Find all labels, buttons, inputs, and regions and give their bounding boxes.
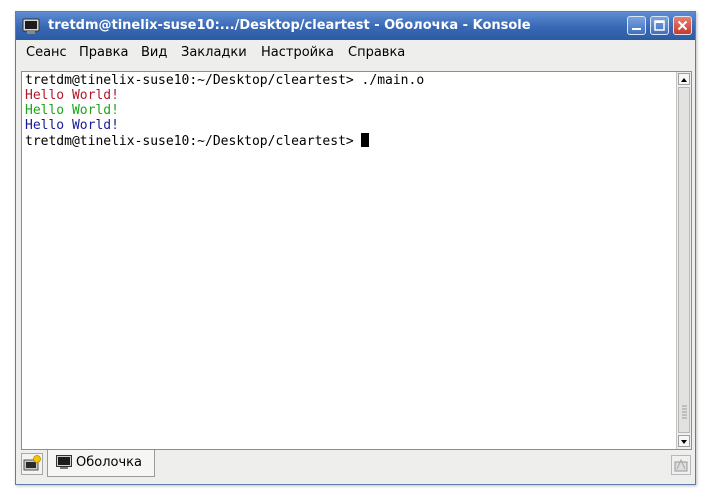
scroll-down-button[interactable] xyxy=(678,435,690,447)
minimize-icon xyxy=(632,28,641,30)
maximize-icon xyxy=(654,20,665,31)
menu-help[interactable]: Справка xyxy=(348,45,405,60)
text-cursor xyxy=(360,133,369,147)
close-session-icon xyxy=(674,458,688,472)
close-button[interactable] xyxy=(673,16,692,35)
minimize-button[interactable] xyxy=(627,16,646,35)
chevron-up-icon xyxy=(681,78,687,82)
menu-bookmarks[interactable]: Закладки xyxy=(181,45,247,60)
grip-icon xyxy=(682,405,687,419)
konsole-terminal-icon[interactable] xyxy=(22,17,40,35)
terminal-view[interactable]: tretdm@tinelix-suse10:~/Desktop/cleartes… xyxy=(21,71,692,450)
maximize-button[interactable] xyxy=(650,16,669,35)
tab-label: Оболочка xyxy=(76,455,142,470)
chevron-down-icon xyxy=(681,440,687,444)
tab-bar: Оболочка xyxy=(16,450,695,484)
konsole-window: tretdm@tinelix-suse10:.../Desktop/cleart… xyxy=(15,11,696,485)
terminal-line: Hello World! xyxy=(25,103,119,118)
menu-session[interactable]: Сеанс xyxy=(26,45,67,60)
title-bar[interactable]: tretdm@tinelix-suse10:.../Desktop/cleart… xyxy=(16,12,695,40)
vertical-scrollbar[interactable] xyxy=(676,72,691,449)
tab-shell[interactable]: Оболочка xyxy=(47,450,155,477)
window-title: tretdm@tinelix-suse10:.../Desktop/cleart… xyxy=(48,18,531,33)
scrollbar-thumb[interactable] xyxy=(678,87,690,433)
new-tab-button[interactable] xyxy=(21,453,43,475)
terminal-icon xyxy=(56,455,72,469)
terminal-line: Hello World! xyxy=(25,118,119,133)
menu-view[interactable]: Вид xyxy=(141,45,167,60)
terminal-prompt-line: tretdm@tinelix-suse10:~/Desktop/cleartes… xyxy=(25,133,369,149)
menu-bar: Сеанс Правка Вид Закладки Настройка Спра… xyxy=(16,40,695,65)
scroll-up-button[interactable] xyxy=(678,73,690,85)
terminal-line: tretdm@tinelix-suse10:~/Desktop/cleartes… xyxy=(25,73,425,88)
menu-settings[interactable]: Настройка xyxy=(261,45,334,60)
close-icon xyxy=(677,20,688,31)
terminal-line: Hello World! xyxy=(25,88,119,103)
terminal-prompt: tretdm@tinelix-suse10:~/Desktop/cleartes… xyxy=(25,134,354,149)
new-session-icon xyxy=(23,455,41,471)
close-tab-button[interactable] xyxy=(671,455,691,475)
menu-edit[interactable]: Правка xyxy=(79,45,128,60)
